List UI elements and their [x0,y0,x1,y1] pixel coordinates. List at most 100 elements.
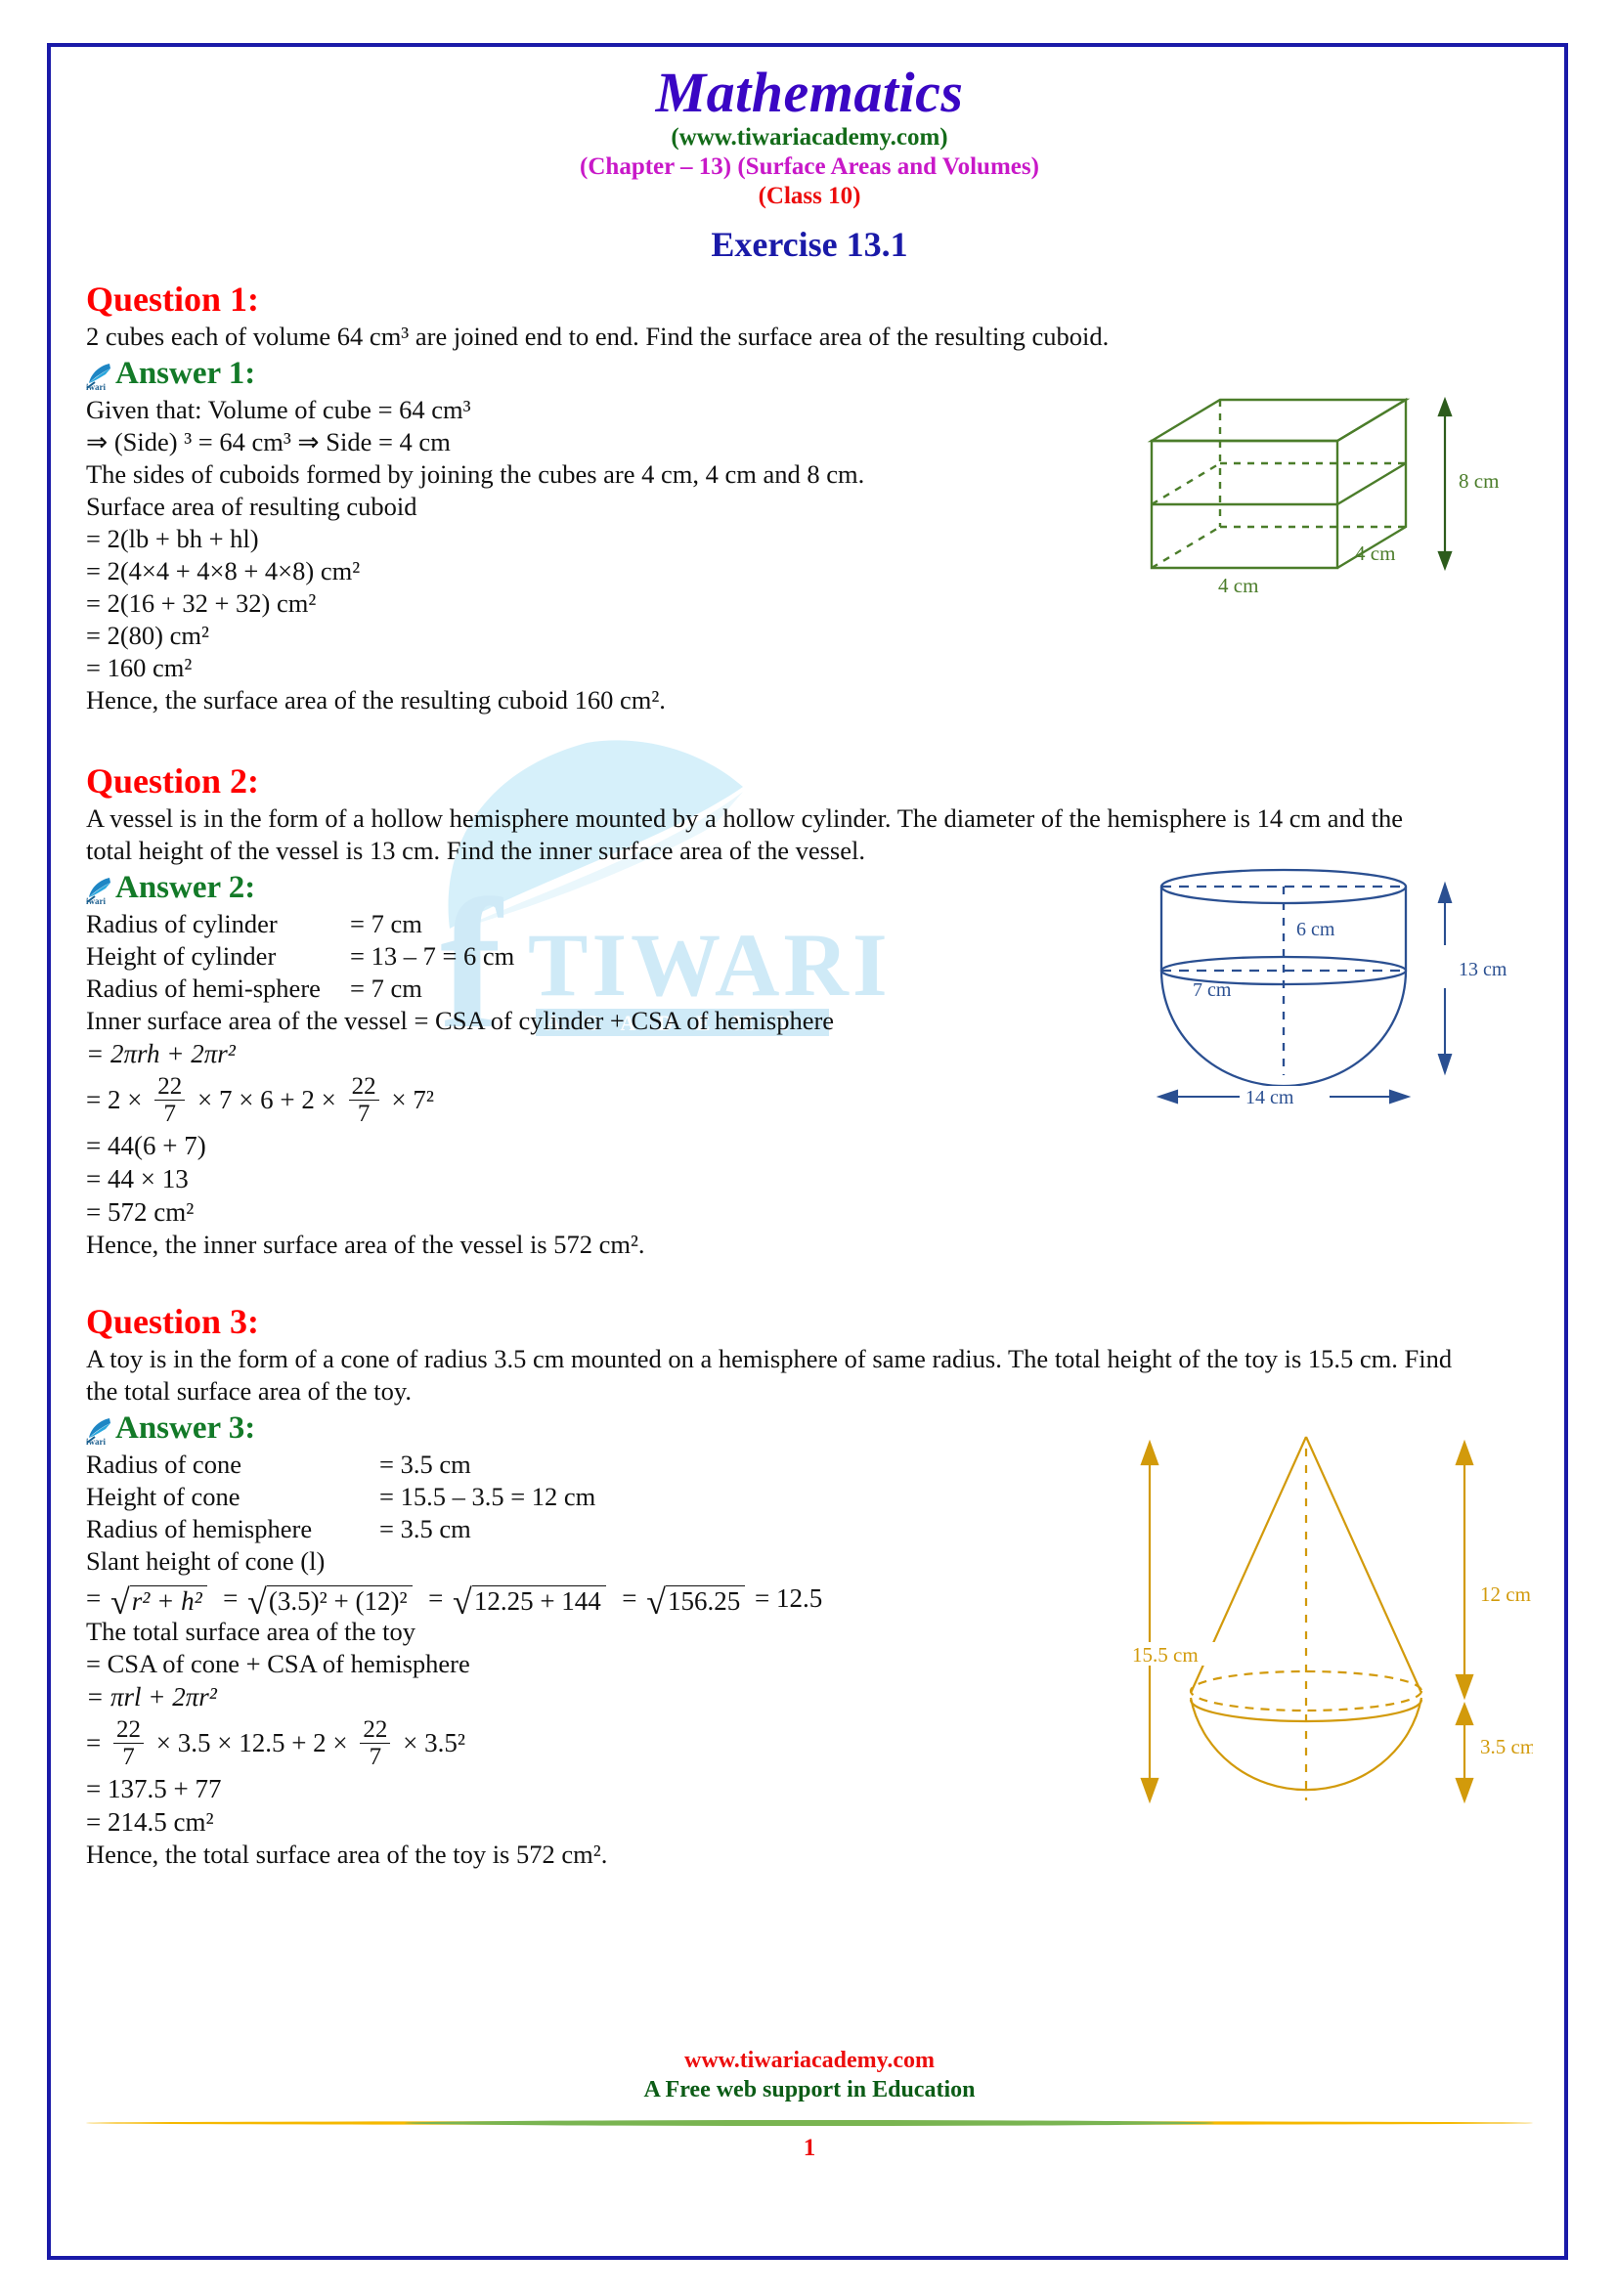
quill-icon: iwari [86,1415,113,1447]
answer-1-line: The sides of cuboids formed by joining t… [86,459,865,489]
vessel-diagram: 6 cm 7 cm 13 cm 14 cm [1122,865,1533,1114]
question-3-section: Question 3: A toy is in the form of a co… [86,1300,1536,1871]
answer-3-values: Radius of cone = 3.5 cm Height of cone =… [86,1449,1093,1545]
numerator: 22 [363,1716,388,1744]
answer-1-line: = 160 cm² [86,653,193,682]
radicand: (3.5)² + (12)² [266,1585,413,1616]
denominator: 7 [348,1100,379,1127]
value-label: Height of cylinder [86,941,277,971]
eq-lead: = [86,1728,102,1758]
sqrt-expression: √ r² + h² [110,1584,207,1620]
quill-icon: iwari [86,361,113,392]
answer-2-formula: = 2πrh + 2πr² [86,1039,236,1068]
value-label: Radius of hemisphere [86,1514,313,1543]
fraction-22-7: 22 7 [360,1716,391,1770]
answer-3-conclusion: Hence, the total surface area of the toy… [86,1840,608,1870]
eq-mid: × 3.5 × 12.5 + 2 × [155,1728,348,1758]
svg-text:iwari: iwari [86,382,106,391]
vessel-total-height-label: 13 cm [1459,959,1507,980]
slant-height-equation: = √ r² + h² = √ (3.5)² + (12)² = √ 12.25 + … [86,1582,823,1623]
numerator: 22 [115,1716,141,1744]
value-label: Radius of cylinder [86,909,278,938]
answer-2-substitution: = 2 × 22 7 × 7 × 6 + 2 × 22 7 × 7² [86,1073,1122,1129]
vessel-radius-label: 7 cm [1193,979,1232,1001]
toy-hemisphere-label: 3.5 cm [1480,1735,1533,1758]
answer-2-line: = 44 × 13 [86,1164,189,1193]
eq-tail: × 3.5² [403,1728,465,1758]
value-amount: = 3.5 cm [379,1514,471,1543]
slant-result: = 12.5 [755,1583,823,1613]
question-2-text: A vessel is in the form of a hollow hemi… [86,803,1410,865]
answer-3-substitution: = 22 7 × 3.5 × 12.5 + 2 × 22 7 × 3.5² [86,1716,1093,1772]
answer-1-line: ⇒ (Side) ³ = 64 cm³ ⇒ Side = 4 cm [86,427,451,456]
toy-total-height-label: 15.5 cm [1132,1643,1199,1667]
fraction-22-7: 22 7 [112,1716,144,1770]
answer-3-formula: = πrl + 2πr² [86,1682,217,1712]
question-2-heading: Question 2: [86,761,260,801]
answer-1-line: Surface area of resulting cuboid [86,492,417,521]
exercise-title: Exercise 13.1 [711,225,908,264]
denominator: 7 [112,1743,144,1770]
answer-2-values: Radius of cylinder = 7 cm Height of cyli… [86,908,1122,1005]
question-3-text: A toy is in the form of a cone of radius… [86,1344,1459,1406]
denominator: 7 [360,1743,391,1770]
answer-1-line: = 2(16 + 32 + 32) cm² [86,588,317,618]
value-label: Radius of cone [86,1450,241,1479]
numerator: 22 [157,1073,183,1100]
page-title: Mathematics [655,61,964,124]
vessel-cylinder-height-label: 6 cm [1296,919,1335,940]
answer-1-line: = 2(lb + bh + hl) [86,524,259,553]
value-amount: = 13 – 7 = 6 cm [350,941,515,971]
cuboid-width-label: 4 cm [1218,574,1258,597]
radicand: r² + h² [129,1585,207,1616]
numerator: 22 [351,1073,376,1100]
radicand: 156.25 [666,1585,746,1616]
answer-3-label: Answer 3: [115,1410,256,1446]
answer-2-conclusion: Hence, the inner surface area of the ves… [86,1230,645,1259]
answer-1-line: = 2(80) cm² [86,621,209,650]
header-class: (Class 10) [758,183,861,209]
fraction-22-7: 22 7 [348,1073,379,1127]
value-amount: = 15.5 – 3.5 = 12 cm [379,1482,596,1511]
sqrt-expression: √ 12.25 + 144 [453,1584,606,1620]
question-2-section: Question 2: A vessel is in the form of a… [86,759,1533,1261]
footer-website[interactable]: www.tiwariacademy.com [86,2047,1533,2075]
value-label: Height of cone [86,1482,240,1511]
footer-tagline: A Free web support in Education [643,2077,976,2102]
eq-tail: × 7² [391,1085,434,1115]
question-3-heading: Question 3: [86,1302,260,1341]
cuboid-height-label: 8 cm [1459,469,1499,493]
answer-2-line: = 572 cm² [86,1197,195,1227]
value-amount: = 7 cm [350,974,422,1003]
answer-2-csa-line: Inner surface area of the vessel = CSA o… [86,1006,835,1035]
answer-1-label: Answer 1: [115,356,256,391]
sqrt-expression: √ 156.25 [646,1584,746,1620]
slant-height-label: Slant height of cone (l) [86,1546,326,1576]
answer-3-line: The total surface area of the toy [86,1617,415,1647]
cuboid-diagram: 8 cm 4 cm 4 cm [1122,372,1533,602]
value-label: Radius of hemi-sphere [86,974,321,1003]
answer-3-line: = CSA of cone + CSA of hemisphere [86,1649,470,1679]
toy-diagram: 15.5 cm 12 cm 3.5 cm [1093,1409,1536,1825]
answer-1-line: Given that: Volume of cube = 64 cm³ [86,395,471,424]
answer-3-line: = 214.5 cm² [86,1807,214,1838]
answer-3-line: = 137.5 + 77 [86,1774,222,1804]
denominator: 7 [154,1100,186,1127]
vessel-diameter-label: 14 cm [1245,1087,1294,1108]
quill-icon: iwari [86,875,113,906]
toy-cone-height-label: 12 cm [1480,1582,1531,1606]
document-footer: www.tiwariacademy.com A Free web support… [86,2047,1533,2163]
answer-2-line: = 44(6 + 7) [86,1131,206,1160]
sqrt-expression: √ (3.5)² + (12)² [247,1584,413,1620]
footer-divider [86,2116,1533,2130]
answer-2-label: Answer 2: [115,870,256,905]
eq-mid: × 7 × 6 + 2 × [197,1085,336,1115]
header-chapter: (Chapter – 13) (Surface Areas and Volume… [580,153,1039,180]
svg-text:iwari: iwari [86,896,106,905]
answer-1-line: Hence, the surface area of the resulting… [86,685,666,715]
radicand: 12.25 + 144 [471,1585,606,1616]
fraction-22-7: 22 7 [154,1073,186,1127]
page-number: 1 [803,2135,816,2161]
eq-lead: = 2 × [86,1085,143,1115]
value-amount: = 7 cm [350,909,422,938]
